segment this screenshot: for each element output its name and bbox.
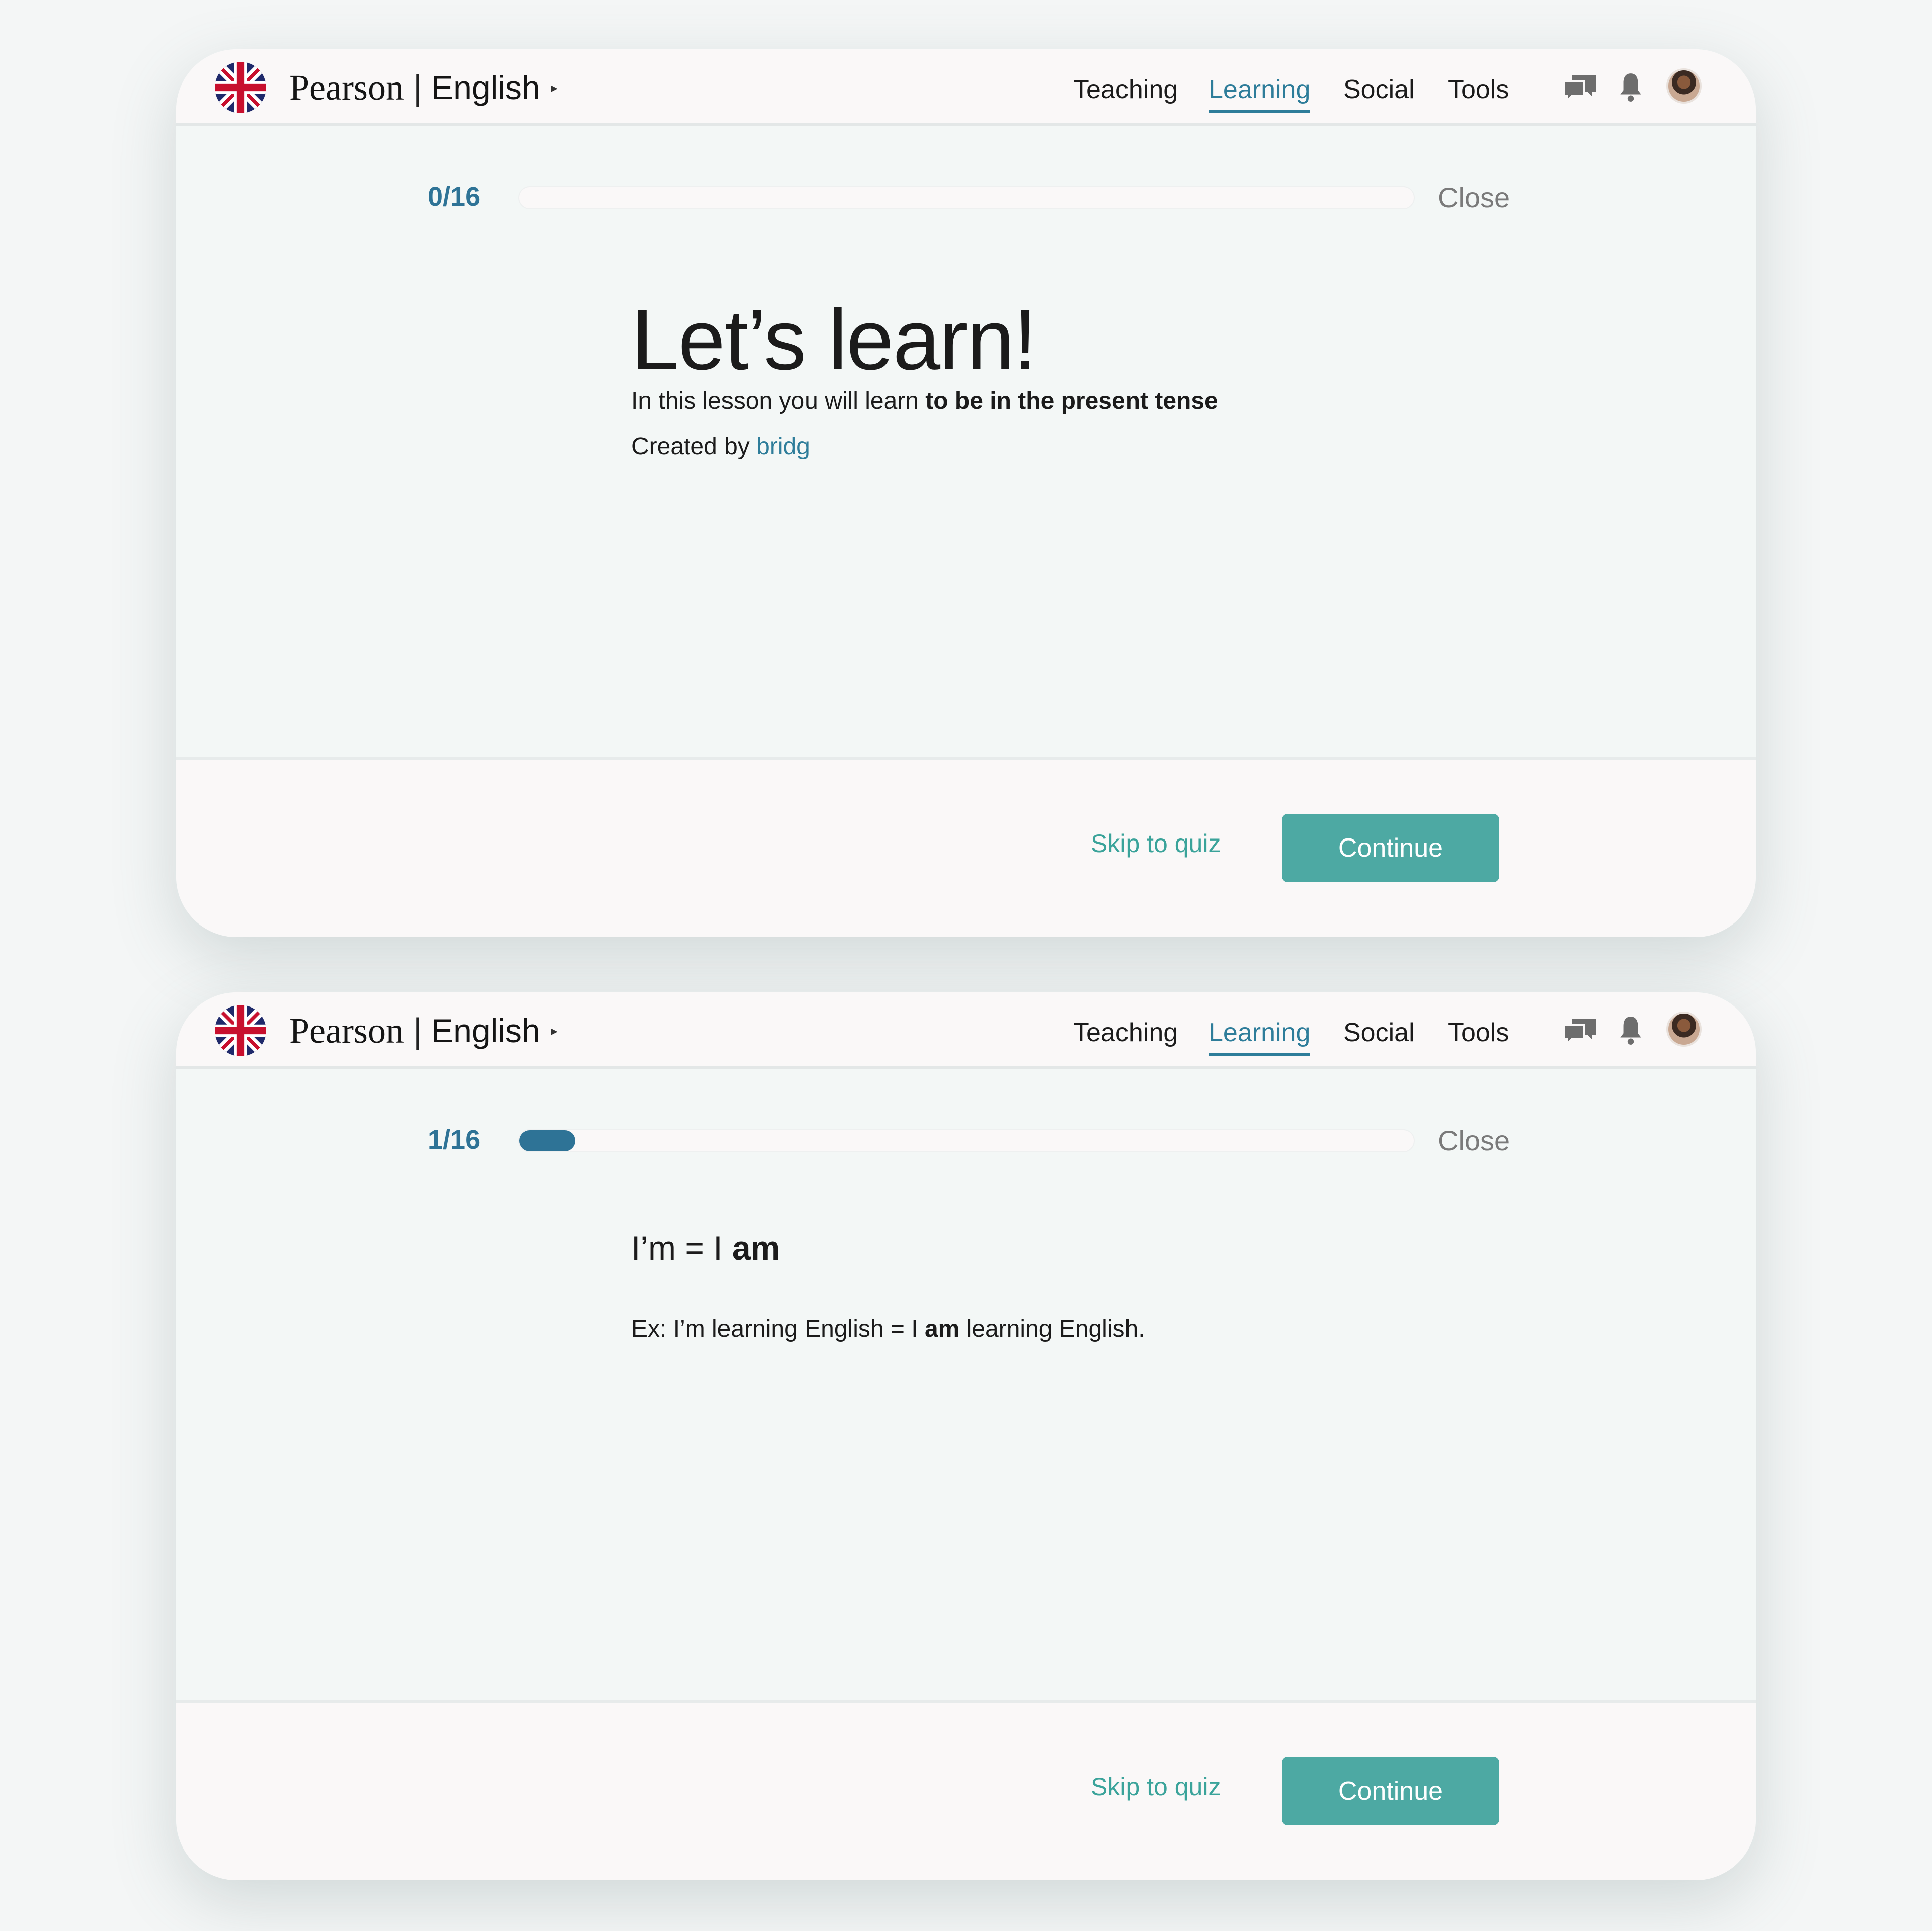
close-button[interactable]: Close <box>1438 181 1510 214</box>
chat-icon[interactable] <box>1562 73 1598 106</box>
progress-counter: 0/16 <box>428 182 481 212</box>
skip-to-quiz-link[interactable]: Skip to quiz <box>1091 829 1221 858</box>
nav-teaching[interactable]: Teaching <box>1073 1013 1178 1053</box>
nav-social[interactable]: Social <box>1343 1013 1415 1053</box>
example-prefix: Ex: I’m learning English = I <box>631 1316 925 1342</box>
author-link[interactable]: bridg <box>756 433 810 460</box>
lesson-footer: Skip to quiz Continue <box>176 757 1756 937</box>
rule-verb: am <box>732 1229 780 1267</box>
top-navigation-bar: Pearson | English ▸ Teaching Learning So… <box>176 992 1756 1069</box>
continue-button[interactable]: Continue <box>1282 814 1499 882</box>
nav-teaching[interactable]: Teaching <box>1073 69 1178 110</box>
progress-counter: 1/16 <box>428 1125 481 1155</box>
example-verb: am <box>924 1316 960 1342</box>
caret-right-icon: ▸ <box>551 1023 558 1038</box>
nav-learning[interactable]: Learning <box>1209 1013 1311 1056</box>
nav-tools[interactable]: Tools <box>1448 69 1509 110</box>
lesson-author-line: Created by bridg <box>631 433 810 460</box>
lesson-step-screen: Pearson | English ▸ Teaching Learning So… <box>176 992 1756 1880</box>
language-label: English <box>431 69 540 106</box>
nav-learning[interactable]: Learning <box>1209 69 1311 113</box>
lesson-description: In this lesson you will learn to be in t… <box>631 387 1218 415</box>
brand-separator: | <box>413 1011 423 1050</box>
chat-icon[interactable] <box>1562 1017 1598 1049</box>
nav-social[interactable]: Social <box>1343 69 1415 110</box>
brand-language-selector[interactable]: Pearson | English ▸ <box>289 1010 558 1052</box>
uk-flag-icon[interactable] <box>215 1005 266 1056</box>
description-text: In this lesson you will learn <box>631 388 926 414</box>
lesson-intro-screen: Pearson | English ▸ Teaching Learning So… <box>176 49 1756 937</box>
brand-name: Pearson <box>289 67 404 108</box>
description-topic: to be in the present tense <box>925 388 1218 414</box>
nav-tools[interactable]: Tools <box>1448 1013 1509 1053</box>
example-suffix: learning English. <box>959 1316 1145 1342</box>
close-button[interactable]: Close <box>1438 1124 1510 1157</box>
rule-contraction: I’m = I <box>631 1229 732 1267</box>
brand-name: Pearson <box>289 1010 404 1051</box>
brand-separator: | <box>413 68 423 107</box>
continue-button[interactable]: Continue <box>1282 1757 1499 1825</box>
uk-flag-icon[interactable] <box>215 62 266 113</box>
brand-language-selector[interactable]: Pearson | English ▸ <box>289 66 558 109</box>
top-navigation-bar: Pearson | English ▸ Teaching Learning So… <box>176 49 1756 126</box>
caret-right-icon: ▸ <box>551 79 558 95</box>
lesson-title: Let’s learn! <box>631 292 1037 388</box>
progress-bar <box>518 1129 1415 1152</box>
progress-bar <box>518 186 1415 209</box>
lesson-footer: Skip to quiz Continue <box>176 1700 1756 1880</box>
skip-to-quiz-link[interactable]: Skip to quiz <box>1091 1772 1221 1801</box>
user-avatar[interactable] <box>1666 68 1702 104</box>
bell-icon[interactable] <box>1618 71 1643 103</box>
language-label: English <box>431 1012 540 1049</box>
created-by-label: Created by <box>631 433 757 460</box>
grammar-rule: I’m = I am <box>631 1229 780 1267</box>
user-avatar[interactable] <box>1666 1012 1702 1047</box>
example-sentence: Ex: I’m learning English = I am learning… <box>631 1315 1145 1343</box>
bell-icon[interactable] <box>1618 1015 1643 1046</box>
progress-fill <box>519 1130 576 1151</box>
